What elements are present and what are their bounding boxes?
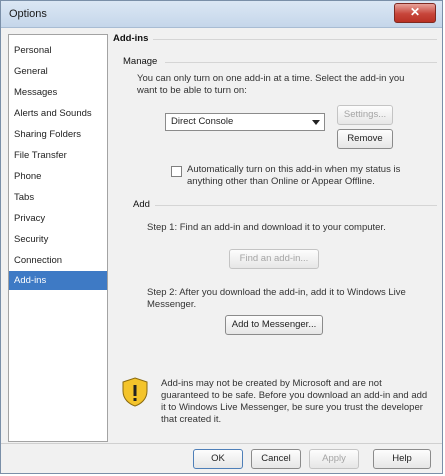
window-title: Options [9, 8, 47, 20]
add-divider [155, 205, 437, 206]
help-button[interactable]: Help [373, 449, 431, 469]
find-add-in-button[interactable]: Find an add-in... [229, 249, 319, 269]
manage-section-title: Manage [123, 56, 158, 67]
add-section-title: Add [133, 199, 150, 210]
add-to-messenger-button[interactable]: Add to Messenger... [225, 315, 323, 335]
step1-text: Step 1: Find an add-in and download it t… [147, 222, 386, 233]
add-in-select-value: Direct Console [171, 116, 234, 127]
sidebar-item-personal[interactable]: Personal [9, 41, 107, 60]
sidebar-item-messages[interactable]: Messages [9, 83, 107, 102]
apply-button[interactable]: Apply [309, 449, 359, 469]
category-list: Personal General Messages Alerts and Sou… [8, 34, 108, 442]
manage-description: You can only turn on one add-in at a tim… [137, 73, 405, 96]
sidebar-item-general[interactable]: General [9, 62, 107, 81]
close-button[interactable]: ✕ [394, 3, 436, 23]
close-icon: ✕ [409, 5, 421, 19]
sidebar-item-connection[interactable]: Connection [9, 251, 107, 270]
sidebar-item-sharing-folders[interactable]: Sharing Folders [9, 125, 107, 144]
add-ins-panel: Add-ins Manage You can only turn on one … [113, 33, 439, 443]
sidebar-item-alerts-and-sounds[interactable]: Alerts and Sounds [9, 104, 107, 123]
options-window: Options ✕ Personal General Messages Aler… [0, 0, 443, 474]
sidebar-item-security[interactable]: Security [9, 230, 107, 249]
auto-turn-on-checkbox[interactable] [171, 166, 182, 177]
sidebar-item-add-ins[interactable]: Add-ins [9, 271, 107, 290]
chevron-down-icon [312, 120, 320, 125]
heading-divider [153, 39, 437, 40]
page-title: Add-ins [113, 33, 149, 44]
sidebar-item-file-transfer[interactable]: File Transfer [9, 146, 107, 165]
settings-button[interactable]: Settings... [337, 105, 393, 125]
step2-text: Step 2: After you download the add-in, a… [147, 287, 406, 310]
add-in-select[interactable]: Direct Console [165, 113, 325, 131]
sidebar-item-phone[interactable]: Phone [9, 167, 107, 186]
security-warning-text: Add-ins may not be created by Microsoft … [161, 378, 428, 425]
remove-button[interactable]: Remove [337, 129, 393, 149]
footer-divider [1, 443, 442, 444]
cancel-button[interactable]: Cancel [251, 449, 301, 469]
manage-divider [165, 62, 437, 63]
sidebar-item-tabs[interactable]: Tabs [9, 188, 107, 207]
sidebar-item-privacy[interactable]: Privacy [9, 209, 107, 228]
warning-shield-icon [122, 377, 148, 407]
ok-button[interactable]: OK [193, 449, 243, 469]
auto-turn-on-label: Automatically turn on this add-in when m… [187, 164, 401, 187]
title-bar[interactable]: Options ✕ [1, 1, 442, 28]
